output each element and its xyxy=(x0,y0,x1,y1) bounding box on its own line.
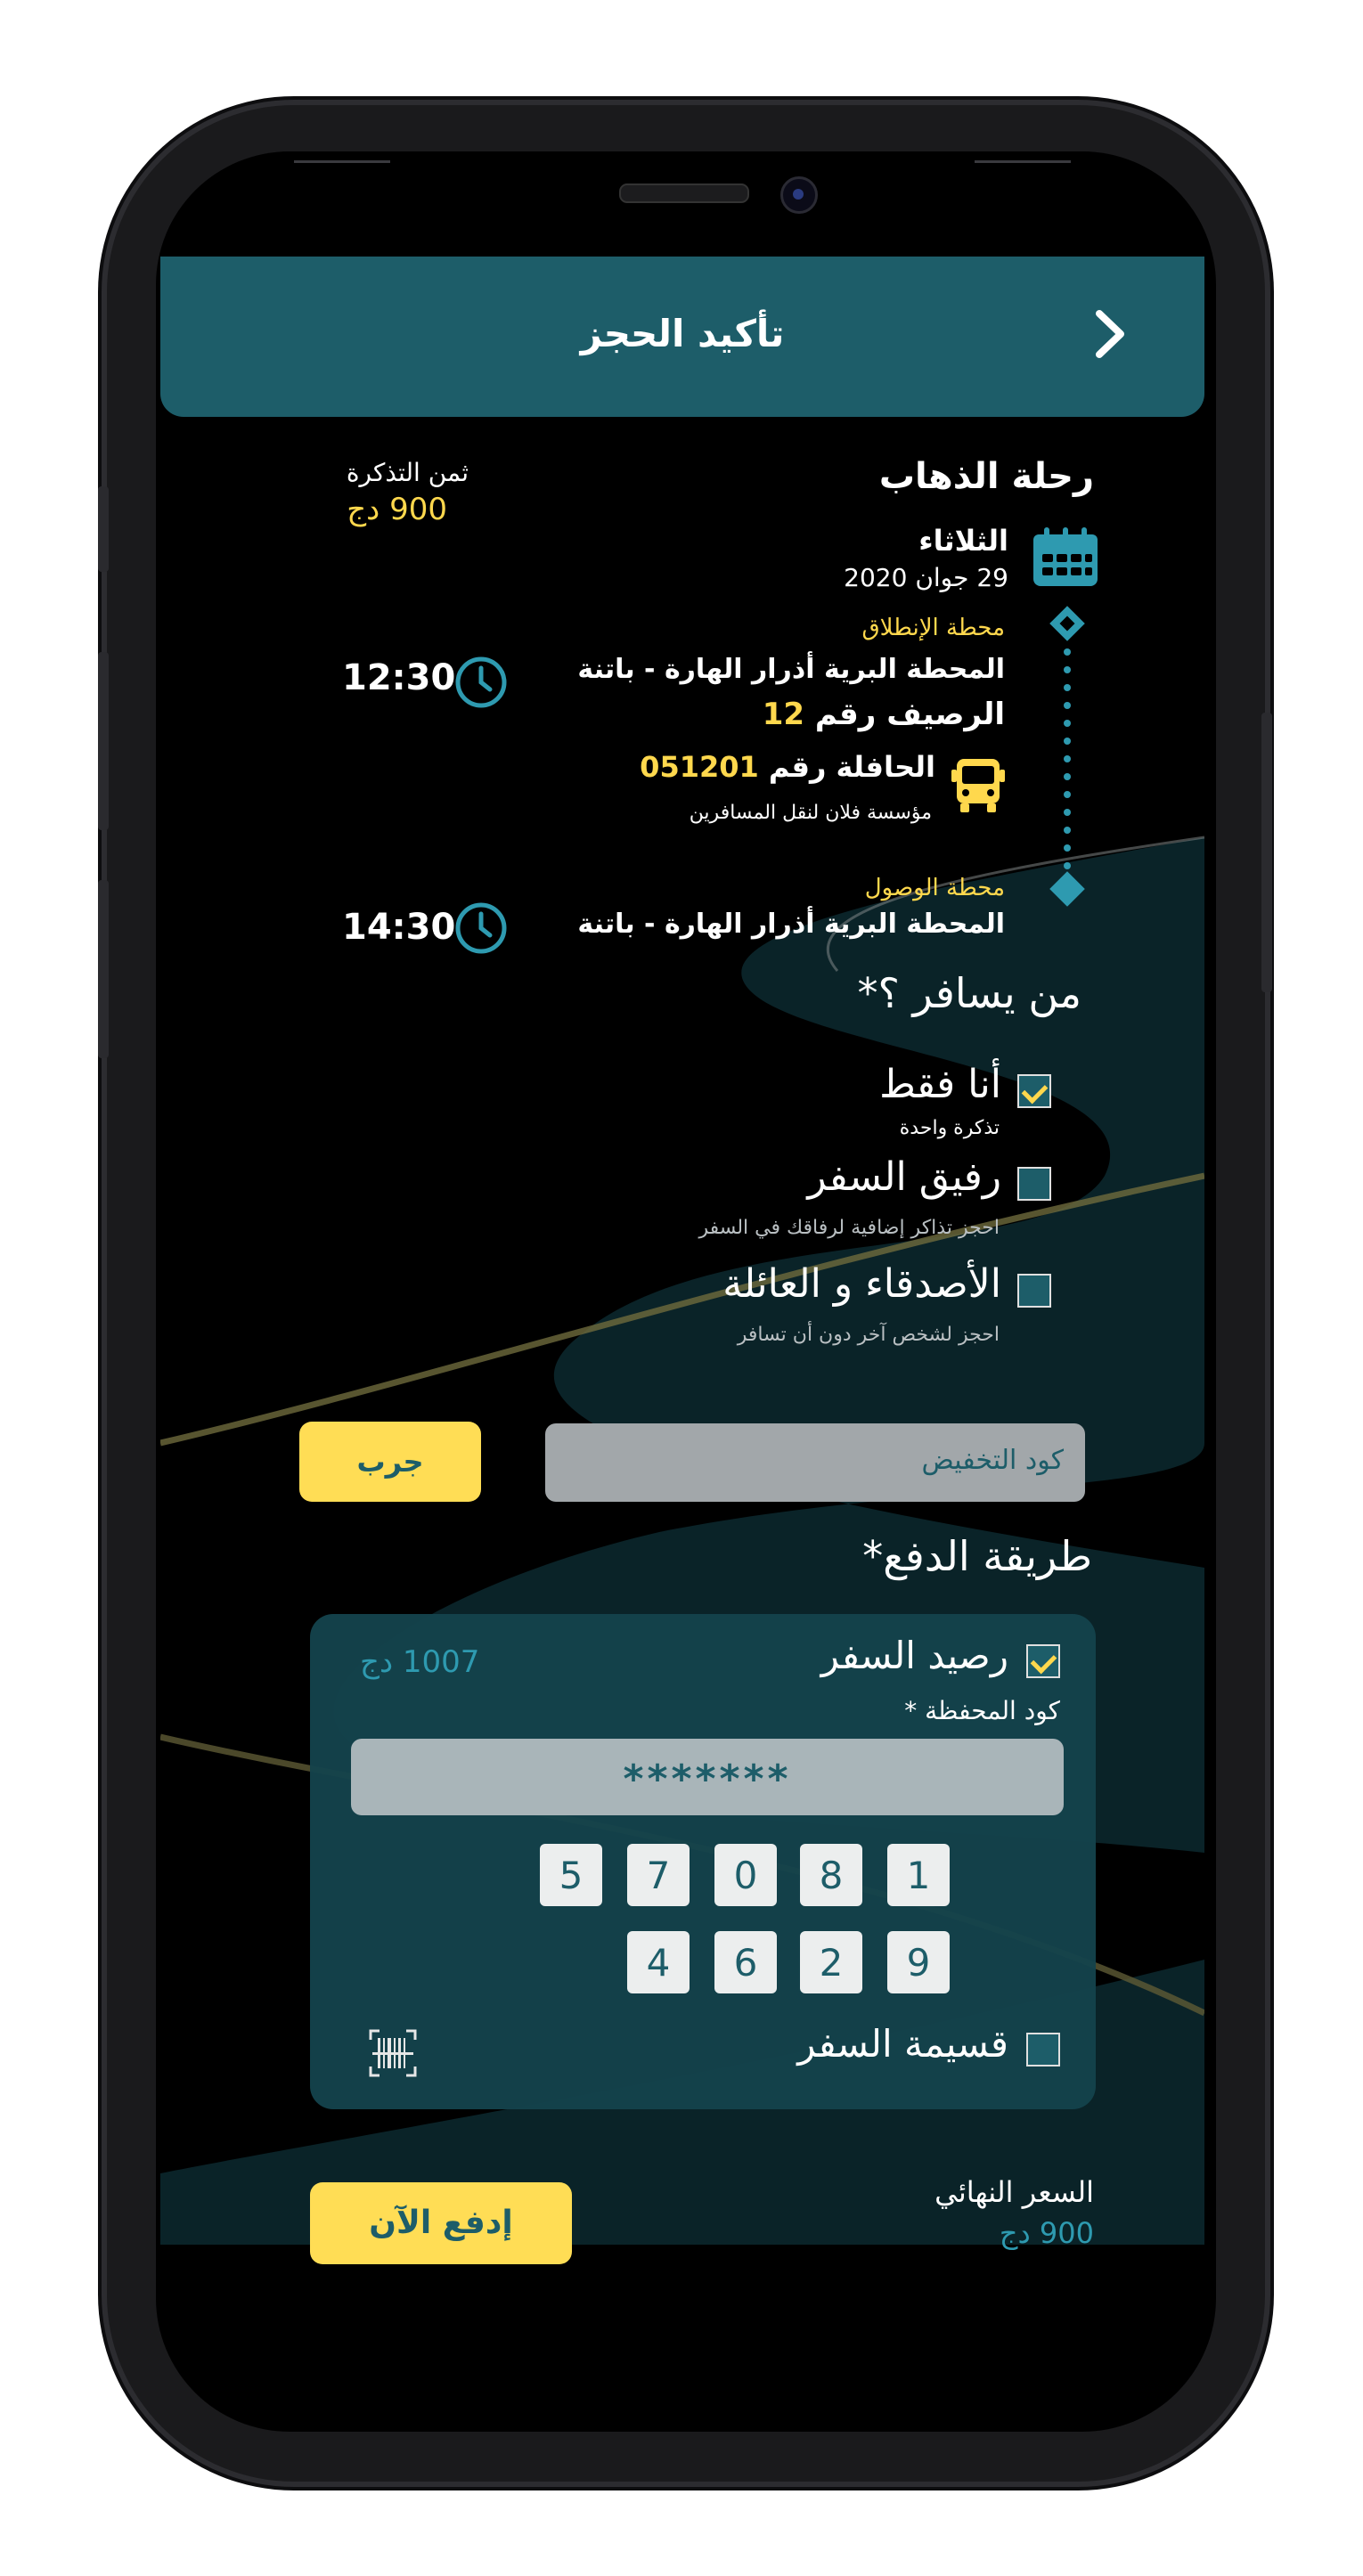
discount-code-placeholder: كود التخفيض xyxy=(921,1445,1064,1476)
app: تأكيد الحجز رحلة الذهاب ثمن التذكرة 900 … xyxy=(0,0,1363,2576)
departure-time: 12:30 xyxy=(342,657,456,698)
bus-number: 051201 xyxy=(640,750,759,784)
keypad-key[interactable]: 8 xyxy=(800,1844,862,1906)
keypad-key[interactable]: 5 xyxy=(540,1844,602,1906)
keypad-key[interactable]: 7 xyxy=(627,1844,690,1906)
option-me-only-sub: تذكرة واحدة xyxy=(899,1117,1000,1139)
keypad-key[interactable]: 6 xyxy=(714,1931,777,1993)
keypad-key[interactable]: 2 xyxy=(800,1931,862,1993)
keypad-key[interactable]: 0 xyxy=(714,1844,777,1906)
barcode-scan-icon[interactable] xyxy=(369,2029,417,2077)
bus-icon xyxy=(951,759,1005,812)
discount-code-input[interactable]: كود التخفيض xyxy=(545,1423,1085,1502)
arrival-time: 14:30 xyxy=(342,907,456,948)
option-friends-family-label[interactable]: الأصدقاء و العائلة xyxy=(722,1261,1001,1307)
wallet-code-label: كود المحفظة * xyxy=(904,1696,1060,1725)
trip-day: الثلاثاء xyxy=(918,524,1008,558)
chevron-right-icon[interactable] xyxy=(1080,303,1142,365)
checkbox-me-only[interactable] xyxy=(1017,1074,1051,1108)
keypad-key[interactable]: 4 xyxy=(627,1931,690,1993)
bus-label: الحافلة رقم xyxy=(768,750,935,784)
calendar-icon xyxy=(1033,527,1098,586)
final-price-value: 900 دج xyxy=(999,2216,1094,2250)
platform-row: الرصيف رقم 12 xyxy=(763,697,1005,732)
clock-icon xyxy=(455,656,507,708)
payment-heading: طريقة الدفع* xyxy=(862,1532,1092,1580)
bus-row: الحافلة رقم 051201 xyxy=(640,750,935,784)
arrival-label: محطة الوصول xyxy=(864,875,1005,901)
app-header: تأكيد الحجز xyxy=(160,257,1204,417)
option-travel-companion-label[interactable]: رفيق السفر xyxy=(807,1154,1001,1200)
route-line xyxy=(1049,606,1085,907)
voucher-label[interactable]: قسيمة السفر xyxy=(797,2022,1008,2066)
option-travel-companion-sub: احجز تذاكر إضافية لرفاقك في السفر xyxy=(698,1217,1000,1239)
departure-station: المحطة البرية أذرار الهارة - باتنة xyxy=(577,654,1005,685)
clock-icon xyxy=(455,902,507,954)
bus-company: مؤسسة فلان لنقل المسافرين xyxy=(689,802,932,824)
ticket-price-value: 900 دج xyxy=(347,492,447,527)
keypad-key[interactable]: 1 xyxy=(887,1844,950,1906)
wallet-balance: 1007 دج xyxy=(360,1644,480,1680)
departure-label: محطة الإنطلاق xyxy=(861,615,1005,641)
checkbox-wallet[interactable] xyxy=(1026,1644,1060,1678)
pay-now-button[interactable]: إدفع الآن xyxy=(310,2182,572,2264)
checkbox-voucher[interactable] xyxy=(1026,2033,1060,2067)
ticket-price-label: ثمن التذكرة xyxy=(346,458,469,487)
page-title: تأكيد الحجز xyxy=(580,312,785,355)
checkbox-friends-family[interactable] xyxy=(1017,1274,1051,1308)
trip-heading: رحلة الذهاب xyxy=(878,456,1094,497)
travelers-heading: من يسافر ؟* xyxy=(857,969,1081,1017)
platform-number: 12 xyxy=(762,697,805,732)
final-price-label: السعر النهائي xyxy=(935,2175,1094,2209)
platform-label: الرصيف رقم xyxy=(814,697,1005,732)
keypad-key[interactable]: 9 xyxy=(887,1931,950,1993)
arrival-station: المحطة البرية أذرار الهارة - باتنة xyxy=(577,909,1005,940)
option-friends-family-sub: احجز لشخص آخر دون أن تسافر xyxy=(737,1324,1000,1346)
trip-date: 29 جوان 2020 xyxy=(844,563,1008,592)
option-me-only-label[interactable]: أنا فقط xyxy=(879,1062,1001,1107)
checkbox-travel-companion[interactable] xyxy=(1017,1167,1051,1201)
try-discount-button[interactable]: جرب xyxy=(299,1422,481,1502)
wallet-label[interactable]: رصيد السفر xyxy=(821,1634,1008,1677)
wallet-code-input[interactable]: ******* xyxy=(351,1739,1064,1815)
